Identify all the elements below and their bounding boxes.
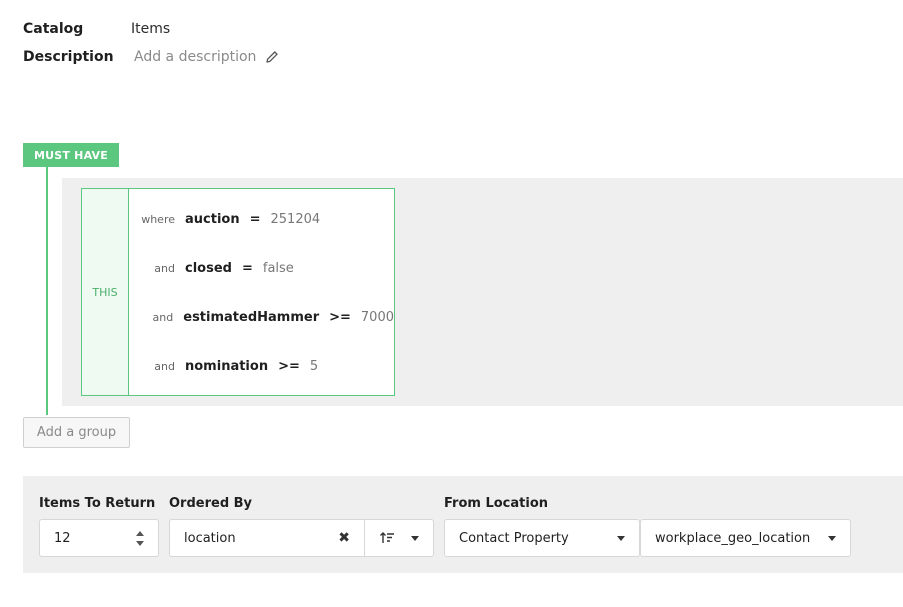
catalog-value: Items	[131, 21, 171, 37]
must-have-badge: MUST HAVE	[23, 143, 119, 167]
close-icon[interactable]: ✖	[338, 530, 350, 546]
location-source-value: Contact Property	[459, 530, 569, 546]
condition-operator: >=	[278, 359, 300, 374]
ordered-by-field[interactable]: location ✖	[169, 519, 365, 557]
query-options-panel: Items To Return Ordered By From Location…	[23, 476, 903, 573]
add-group-button[interactable]: Add a group	[23, 417, 130, 448]
condition-conjunction: where	[141, 213, 175, 226]
ordered-by-label: Ordered By	[169, 496, 253, 511]
stepper-arrows[interactable]	[136, 530, 144, 546]
items-to-return-stepper[interactable]: 12	[39, 519, 159, 557]
catalog-label: Catalog	[23, 21, 84, 37]
condition-conjunction: and	[154, 360, 175, 373]
increment-icon[interactable]	[136, 530, 144, 536]
location-property-dropdown[interactable]: workplace_geo_location	[640, 519, 851, 557]
condition-field: closed	[185, 261, 232, 276]
condition-value: 251204	[270, 212, 321, 227]
condition-operator: >=	[329, 310, 351, 325]
condition-row[interactable]: and estimatedHammer >= 7000	[129, 310, 394, 325]
condition-conjunction: and	[154, 262, 175, 275]
condition-value: 7000	[360, 310, 394, 325]
this-label: THIS	[82, 189, 129, 395]
location-property-value: workplace_geo_location	[655, 530, 811, 546]
location-source-dropdown[interactable]: Contact Property	[444, 519, 640, 557]
decrement-icon[interactable]	[136, 540, 144, 546]
description-label: Description	[23, 49, 114, 65]
items-to-return-value: 12	[54, 530, 71, 546]
condition-field: estimatedHammer	[183, 310, 320, 325]
pencil-icon[interactable]	[264, 49, 280, 65]
sort-direction-dropdown[interactable]	[365, 519, 434, 557]
condition-value: false	[262, 261, 294, 276]
condition-row[interactable]: where auction = 251204	[129, 212, 394, 227]
ordered-by-value: location	[184, 530, 236, 546]
from-location-label: From Location	[444, 496, 549, 511]
condition-conjunction: and	[152, 311, 174, 324]
condition-operator: =	[241, 261, 253, 276]
condition-row[interactable]: and closed = false	[129, 261, 394, 276]
sort-ascending-icon	[380, 532, 394, 543]
group-connector-line	[46, 167, 48, 415]
condition-field: nomination	[185, 359, 269, 374]
condition-value: 5	[309, 359, 319, 374]
items-to-return-label: Items To Return	[39, 496, 156, 511]
catalog-row: Catalog Items	[23, 21, 170, 37]
chevron-down-icon	[411, 535, 419, 541]
condition-field: auction	[185, 212, 240, 227]
chevron-down-icon	[617, 535, 625, 541]
condition-row[interactable]: and nomination >= 5	[129, 359, 394, 374]
description-placeholder: Add a description	[134, 49, 257, 65]
description-row: Description Add a description	[23, 49, 280, 65]
condition-group[interactable]: THIS where auction = 251204 and closed =…	[81, 188, 395, 396]
chevron-down-icon	[828, 535, 836, 541]
condition-operator: =	[249, 212, 261, 227]
description-edit[interactable]: Add a description	[134, 49, 280, 65]
condition-list: where auction = 251204 and closed = fals…	[129, 189, 394, 395]
